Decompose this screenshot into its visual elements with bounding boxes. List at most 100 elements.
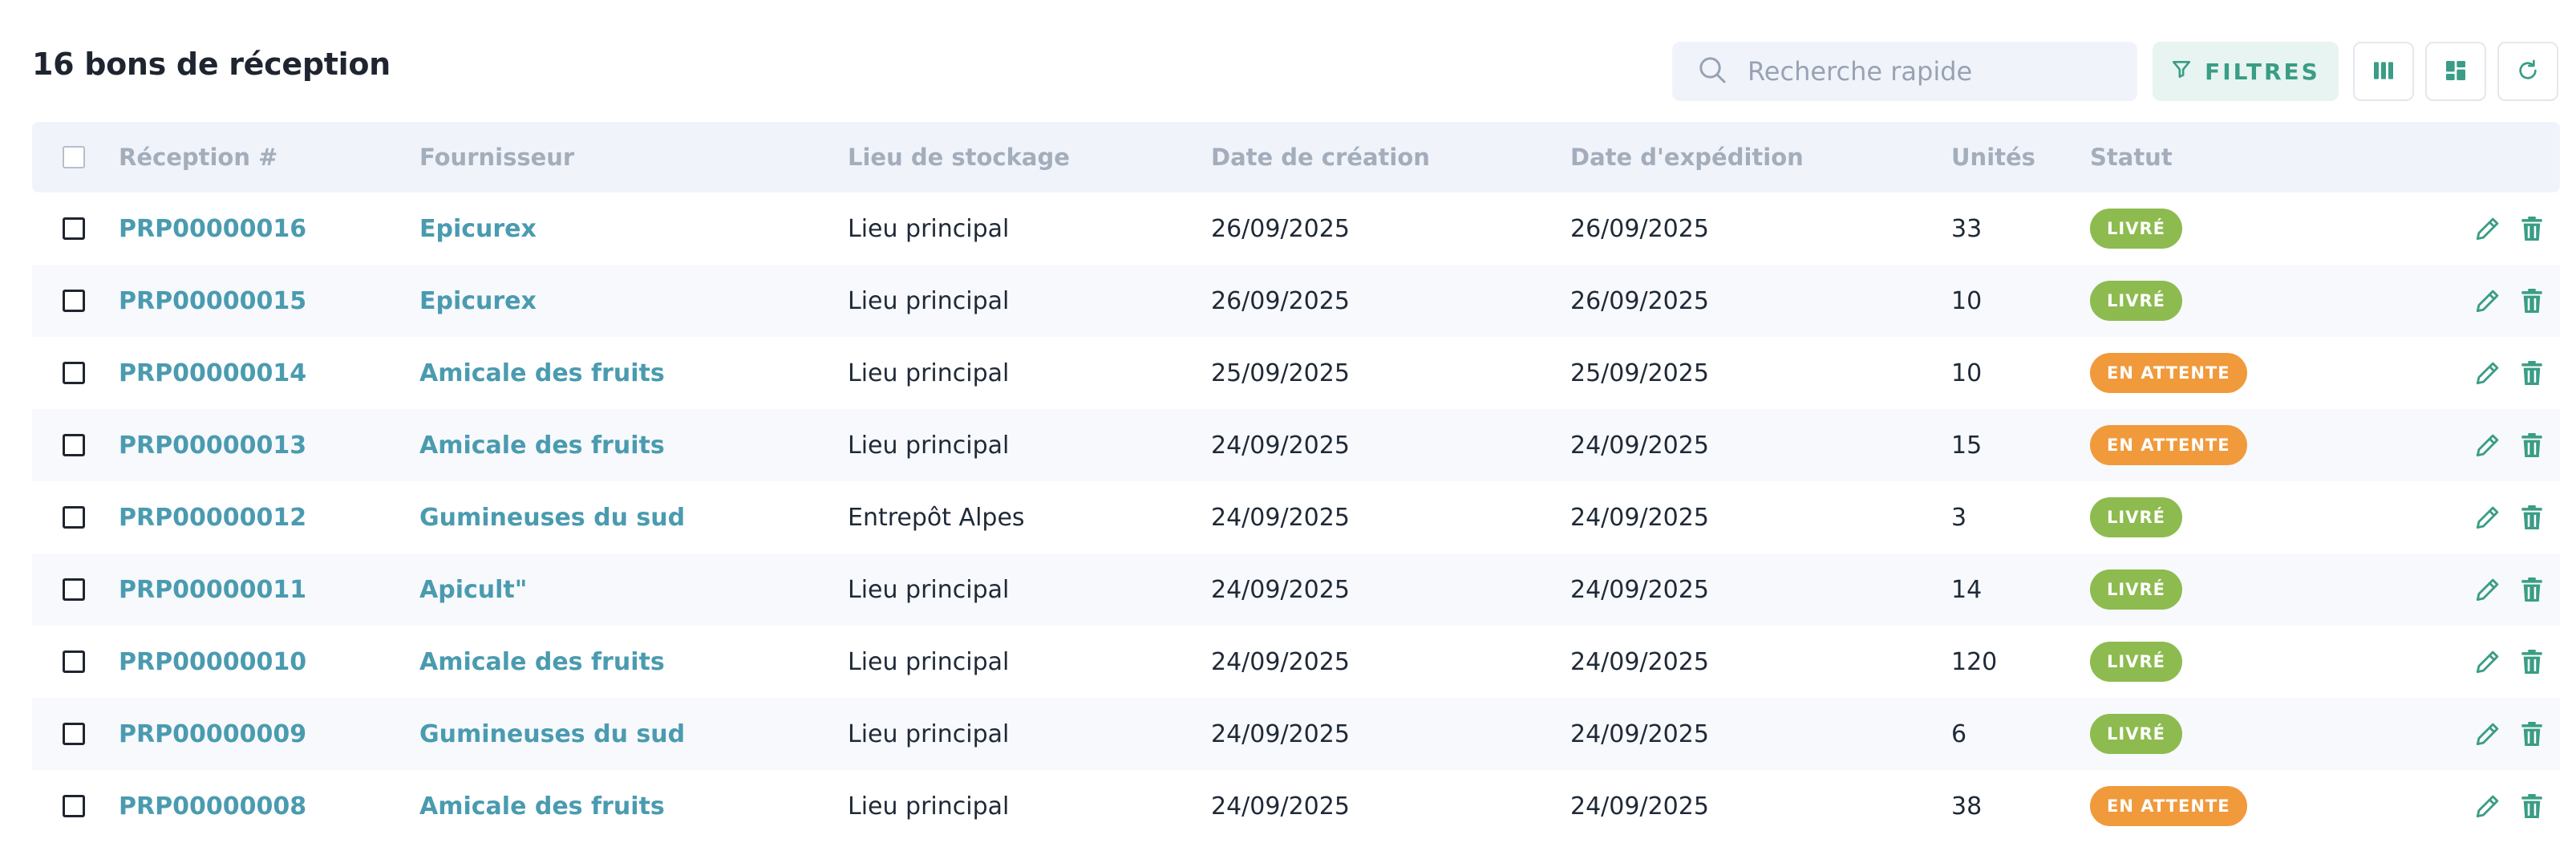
table-row[interactable]: PRP00000015 Epicurex Lieu principal 26/0…: [32, 265, 2560, 337]
pencil-icon[interactable]: [2471, 770, 2505, 842]
supplier-link[interactable]: Epicurex: [419, 265, 537, 337]
filters-button[interactable]: FILTRES: [2153, 42, 2339, 101]
row-checkbox[interactable]: [63, 578, 85, 601]
header-reception[interactable]: Réception #: [119, 122, 277, 192]
delete-action[interactable]: [2515, 553, 2549, 626]
trash-icon[interactable]: [2515, 698, 2549, 770]
pencil-icon[interactable]: [2471, 553, 2505, 626]
row-select-cell: [63, 337, 85, 409]
status-cell: LIVRÉ: [2090, 192, 2182, 265]
row-checkbox[interactable]: [63, 650, 85, 673]
delete-action[interactable]: [2515, 192, 2549, 265]
row-select-cell: [63, 409, 85, 481]
edit-action[interactable]: [2471, 337, 2505, 409]
supplier-link[interactable]: Epicurex: [419, 192, 537, 265]
reception-id-link[interactable]: PRP00000009: [119, 698, 306, 770]
pencil-icon[interactable]: [2471, 698, 2505, 770]
status-badge: EN ATTENTE: [2090, 425, 2247, 465]
reception-id-link[interactable]: PRP00000010: [119, 626, 306, 698]
trash-icon[interactable]: [2515, 192, 2549, 265]
row-checkbox[interactable]: [63, 506, 85, 529]
table-row[interactable]: PRP00000009 Gumineuses du sud Lieu princ…: [32, 698, 2560, 770]
trash-icon[interactable]: [2515, 770, 2549, 842]
edit-action[interactable]: [2471, 553, 2505, 626]
row-select-cell: [63, 770, 85, 842]
supplier-link[interactable]: Amicale des fruits: [419, 770, 665, 842]
refresh-icon: [2515, 58, 2541, 86]
pencil-icon[interactable]: [2471, 265, 2505, 337]
table-row[interactable]: PRP00000008 Amicale des fruits Lieu prin…: [32, 770, 2560, 842]
edit-action[interactable]: [2471, 626, 2505, 698]
row-checkbox[interactable]: [63, 290, 85, 312]
trash-icon[interactable]: [2515, 626, 2549, 698]
reception-id-link[interactable]: PRP00000011: [119, 553, 306, 626]
header-unites[interactable]: Unités: [1951, 122, 2035, 192]
delete-action[interactable]: [2515, 481, 2549, 553]
select-all-checkbox[interactable]: [63, 146, 85, 168]
supplier-link[interactable]: Amicale des fruits: [419, 337, 665, 409]
edit-action[interactable]: [2471, 770, 2505, 842]
supplier-link[interactable]: Gumineuses du sud: [419, 481, 685, 553]
header-statut[interactable]: Statut: [2090, 122, 2173, 192]
trash-icon[interactable]: [2515, 337, 2549, 409]
units-count: 15: [1951, 431, 1983, 460]
supplier-link[interactable]: Amicale des fruits: [419, 409, 665, 481]
reception-id-link[interactable]: PRP00000013: [119, 409, 306, 481]
shipping-date: 26/09/2025: [1570, 214, 1709, 243]
edit-action[interactable]: [2471, 265, 2505, 337]
status-badge: LIVRÉ: [2090, 281, 2182, 321]
pencil-icon[interactable]: [2471, 626, 2505, 698]
reception-id-link[interactable]: PRP00000012: [119, 481, 306, 553]
table-row[interactable]: PRP00000016 Epicurex Lieu principal 26/0…: [32, 192, 2560, 265]
status-badge: LIVRÉ: [2090, 497, 2182, 537]
edit-action[interactable]: [2471, 192, 2505, 265]
filter-icon: [2171, 59, 2192, 85]
edit-action[interactable]: [2471, 698, 2505, 770]
trash-icon[interactable]: [2515, 265, 2549, 337]
table-row[interactable]: PRP00000011 Apicult" Lieu principal 24/0…: [32, 553, 2560, 626]
header-date-expedition[interactable]: Date d'expédition: [1570, 122, 1804, 192]
row-checkbox[interactable]: [63, 795, 85, 817]
header-lieu[interactable]: Lieu de stockage: [848, 122, 1070, 192]
header-date-creation[interactable]: Date de création: [1211, 122, 1430, 192]
columns-button[interactable]: [2353, 42, 2414, 101]
edit-action[interactable]: [2471, 409, 2505, 481]
pencil-icon[interactable]: [2471, 481, 2505, 553]
status-cell: LIVRÉ: [2090, 481, 2182, 553]
creation-date: 24/09/2025: [1211, 575, 1350, 604]
table-row[interactable]: PRP00000010 Amicale des fruits Lieu prin…: [32, 626, 2560, 698]
reception-id-link[interactable]: PRP00000008: [119, 770, 306, 842]
delete-action[interactable]: [2515, 626, 2549, 698]
delete-action[interactable]: [2515, 265, 2549, 337]
table-row[interactable]: PRP00000013 Amicale des fruits Lieu prin…: [32, 409, 2560, 481]
header-fournisseur[interactable]: Fournisseur: [419, 122, 574, 192]
row-checkbox[interactable]: [63, 362, 85, 384]
delete-action[interactable]: [2515, 337, 2549, 409]
pencil-icon[interactable]: [2471, 409, 2505, 481]
row-select-cell: [63, 265, 85, 337]
pencil-icon[interactable]: [2471, 337, 2505, 409]
row-checkbox[interactable]: [63, 217, 85, 240]
supplier-link[interactable]: Apicult": [419, 553, 527, 626]
reception-id-link[interactable]: PRP00000014: [119, 337, 306, 409]
search-input[interactable]: [1746, 55, 2118, 87]
reception-id-link[interactable]: PRP00000016: [119, 192, 306, 265]
table-row[interactable]: PRP00000014 Amicale des fruits Lieu prin…: [32, 337, 2560, 409]
layout-button[interactable]: [2425, 42, 2486, 101]
trash-icon[interactable]: [2515, 553, 2549, 626]
row-checkbox[interactable]: [63, 434, 85, 456]
delete-action[interactable]: [2515, 409, 2549, 481]
supplier-link[interactable]: Amicale des fruits: [419, 626, 665, 698]
trash-icon[interactable]: [2515, 481, 2549, 553]
search-box[interactable]: [1672, 42, 2137, 101]
trash-icon[interactable]: [2515, 409, 2549, 481]
pencil-icon[interactable]: [2471, 192, 2505, 265]
table-row[interactable]: PRP00000012 Gumineuses du sud Entrepôt A…: [32, 481, 2560, 553]
delete-action[interactable]: [2515, 698, 2549, 770]
delete-action[interactable]: [2515, 770, 2549, 842]
reception-id-link[interactable]: PRP00000015: [119, 265, 306, 337]
supplier-link[interactable]: Gumineuses du sud: [419, 698, 685, 770]
row-checkbox[interactable]: [63, 723, 85, 745]
refresh-button[interactable]: [2497, 42, 2558, 101]
edit-action[interactable]: [2471, 481, 2505, 553]
